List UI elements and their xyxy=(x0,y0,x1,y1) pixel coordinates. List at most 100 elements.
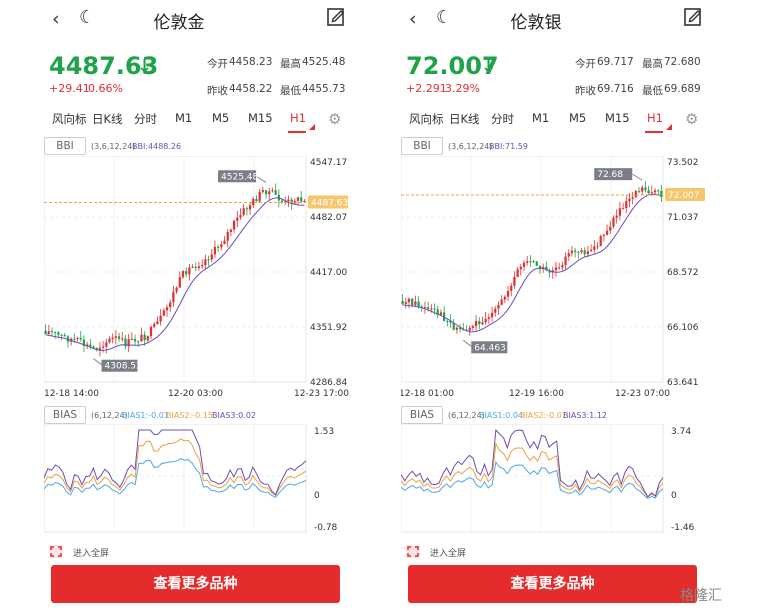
candle-body xyxy=(526,261,529,263)
candle-body xyxy=(156,321,159,324)
edit-icon[interactable] xyxy=(682,6,704,28)
candle-body xyxy=(261,190,264,192)
candle-body xyxy=(172,291,175,303)
tab-m1[interactable]: M1 xyxy=(175,111,192,125)
candle-body xyxy=(242,208,245,216)
sub-indicator-button[interactable]: BIAS xyxy=(401,406,443,424)
price-chart[interactable]: 4547.17 4482.07 4417.00 4351.92 4286.84 12-18… xyxy=(44,156,354,400)
tab-m5[interactable]: M5 xyxy=(212,111,229,125)
sub-indicator-button[interactable]: BIAS xyxy=(44,406,86,424)
tab-h1[interactable]: H1 xyxy=(647,111,663,125)
candle-body xyxy=(287,199,290,202)
tab-timeshare[interactable]: 分时 xyxy=(491,111,514,127)
candle-body xyxy=(204,259,207,265)
price-axis-label: 4351.92 xyxy=(310,323,347,333)
tab-m15[interactable]: M15 xyxy=(248,111,273,125)
candle-body xyxy=(248,205,252,210)
candle-body xyxy=(474,321,478,327)
prev-close-label: 昨收 xyxy=(575,85,596,97)
high-value: 4525.48 xyxy=(302,56,346,68)
candle-body xyxy=(650,192,653,194)
candle-body xyxy=(417,301,420,307)
tab-h1[interactable]: H1 xyxy=(290,111,306,125)
candle-body xyxy=(44,330,47,334)
bias-axis-label: -0.78 xyxy=(314,523,338,533)
price-axis-label: 4547.17 xyxy=(310,158,347,168)
bias-chart[interactable]: 1.53 0 -0.78 xyxy=(44,424,354,536)
bbi-value: BBI:71.59 xyxy=(489,142,528,151)
candle-body xyxy=(236,217,239,221)
candle-body xyxy=(506,290,510,297)
candle-body xyxy=(625,201,628,209)
candle-body xyxy=(407,298,411,303)
bias-line-3 xyxy=(44,429,307,496)
main-indicator-button[interactable]: BBI xyxy=(44,137,86,155)
candle-body xyxy=(280,200,284,202)
bias-chart[interactable]: 3.74 0 -1.46 xyxy=(401,424,711,536)
candle-body xyxy=(516,269,519,278)
high-value: 72.680 xyxy=(664,56,701,68)
tab-m5[interactable]: M5 xyxy=(569,111,586,125)
tab-m1[interactable]: M1 xyxy=(532,111,549,125)
candle-body xyxy=(140,334,143,342)
nav-bar: ‹ ☾ 伦敦银 xyxy=(357,0,715,38)
price-axis-label: 4482.07 xyxy=(310,213,347,223)
tab-daily-k[interactable]: 日K线 xyxy=(449,111,480,127)
candle-body xyxy=(609,226,612,231)
candle-body xyxy=(79,337,82,340)
candle-body xyxy=(644,187,647,191)
low-marker-label: 4308.53 xyxy=(105,362,142,372)
bias-axis-label: -1.46 xyxy=(671,523,695,533)
main-indicator-button[interactable]: BBI xyxy=(401,137,443,155)
low-marker-line xyxy=(463,339,472,347)
bias-axis-label: 0 xyxy=(314,491,320,501)
fullscreen-link[interactable]: 进入全屏 xyxy=(73,546,109,559)
candle-body xyxy=(153,323,156,327)
silver-panel: ‹ ☾ 伦敦银 72.007 ↓ +2.291 3.29% 今开 69.717 … xyxy=(357,0,715,613)
candle-body xyxy=(455,327,459,330)
prev-close-value: 4458.22 xyxy=(229,83,273,95)
main-indicator-params: (3,6,12,24) xyxy=(448,142,493,151)
bias3-value: BIAS3:0.02 xyxy=(212,411,256,420)
candle-body xyxy=(433,308,436,310)
more-products-button[interactable]: 查看更多品种 xyxy=(51,565,340,603)
tab-timeshare[interactable]: 分时 xyxy=(134,111,157,127)
candle-body xyxy=(217,246,220,248)
edit-icon[interactable] xyxy=(325,6,347,28)
candle-body xyxy=(197,266,201,269)
candle-body xyxy=(404,302,407,304)
candle-body xyxy=(641,187,644,192)
candle-body xyxy=(647,190,650,194)
page-title: 伦敦银 xyxy=(510,13,562,33)
active-tab-underline xyxy=(645,131,663,133)
price-chart[interactable]: 73.502 71.037 68.572 66.106 63.641 12-18 01:0… xyxy=(401,156,711,400)
candle-body xyxy=(188,267,191,275)
gear-icon[interactable]: ⚙ xyxy=(685,110,698,128)
bias-line-1 xyxy=(44,458,307,499)
candle-body xyxy=(181,271,185,278)
fullscreen-icon[interactable] xyxy=(406,545,420,558)
candle-body xyxy=(133,339,137,342)
candle-body xyxy=(478,321,481,325)
candle-body xyxy=(612,217,615,227)
tab-wind-vane[interactable]: 风向标 xyxy=(52,111,87,127)
gear-icon[interactable]: ⚙ xyxy=(328,110,341,128)
candle-body xyxy=(561,265,564,268)
nav-bar: ‹ ☾ 伦敦金 xyxy=(0,0,358,38)
candle-body xyxy=(605,230,609,235)
candle-body xyxy=(300,197,303,202)
more-products-button[interactable]: 查看更多品种 xyxy=(408,565,697,603)
candle-body xyxy=(411,298,414,306)
candle-body xyxy=(446,320,449,322)
low-value: 69.689 xyxy=(664,83,701,95)
candle-body xyxy=(490,312,494,318)
bias-axis-label: 0 xyxy=(671,491,677,501)
candle-body xyxy=(494,308,497,313)
fullscreen-icon[interactable] xyxy=(49,545,63,558)
time-axis-label: 12-18 01:00 xyxy=(401,389,454,399)
tab-daily-k[interactable]: 日K线 xyxy=(92,111,123,127)
price-axis-label: 63.641 xyxy=(667,378,699,388)
fullscreen-link[interactable]: 进入全屏 xyxy=(430,546,466,559)
tab-m15[interactable]: M15 xyxy=(605,111,630,125)
tab-wind-vane[interactable]: 风向标 xyxy=(409,111,444,127)
